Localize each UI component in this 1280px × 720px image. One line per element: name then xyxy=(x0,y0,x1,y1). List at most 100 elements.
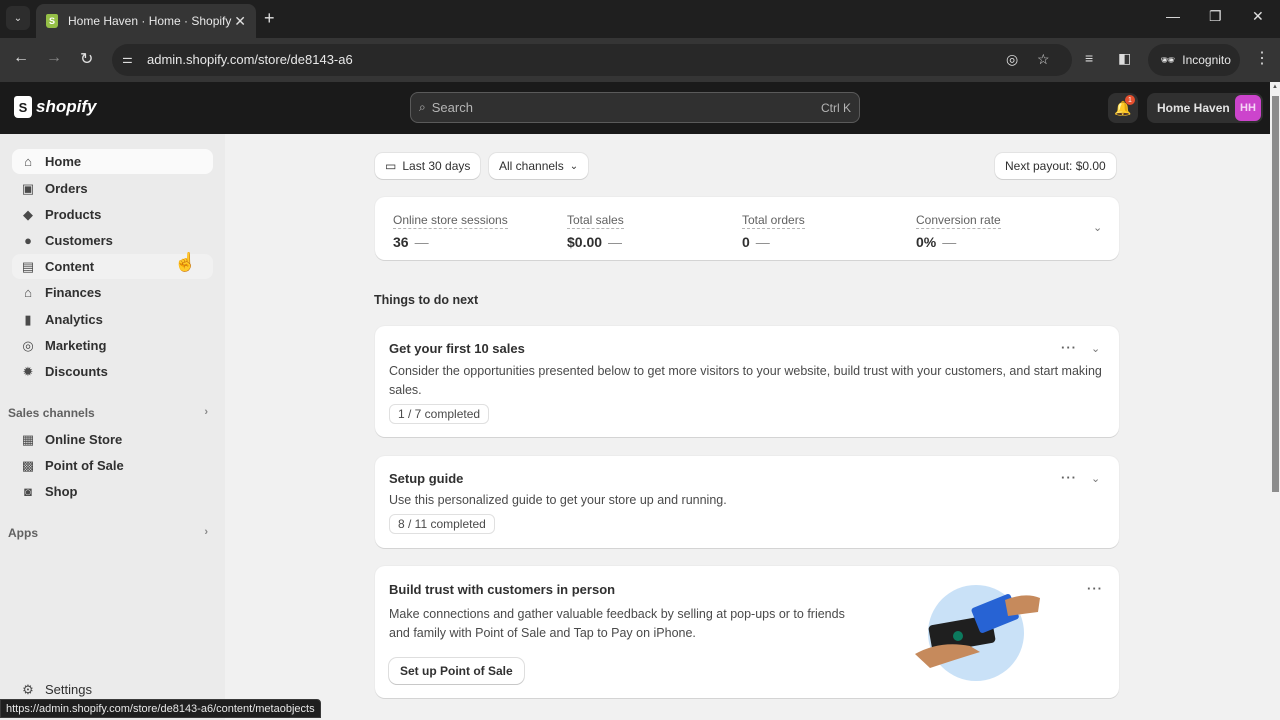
notifications-button[interactable]: 🔔 1 xyxy=(1108,93,1138,123)
chevron-right-icon: › xyxy=(204,526,208,538)
nav-label: Settings xyxy=(45,682,92,697)
hand-cursor-icon: ☝ xyxy=(174,252,197,272)
sidebar-item-online-store[interactable]: ▦ Online Store xyxy=(12,427,213,452)
shopify-bag-icon: S xyxy=(14,96,32,118)
shop-icon: ◙ xyxy=(24,484,32,499)
back-button[interactable]: ← xyxy=(13,49,29,67)
metric-total-orders[interactable]: Total orders 0 — xyxy=(742,211,805,250)
metric-trend: — xyxy=(755,234,770,250)
image-icon: ▤ xyxy=(21,258,35,274)
date-range-label: Last 30 days xyxy=(402,159,471,173)
sidebar-item-shop[interactable]: ◙ Shop xyxy=(12,479,213,504)
shopify-favicon-icon: S xyxy=(46,14,58,28)
sales-channels-header[interactable]: Sales channels › xyxy=(8,406,208,420)
forward-button[interactable]: → xyxy=(46,49,62,67)
sidebar-item-products[interactable]: ◆ Products xyxy=(12,202,213,227)
discount-icon: ✹ xyxy=(22,363,34,379)
set-up-pos-button[interactable]: Set up Point of Sale xyxy=(389,658,524,684)
site-info-icon[interactable]: ⚌ xyxy=(122,52,133,66)
home-icon: ⌂ xyxy=(24,154,32,169)
expand-metrics-chevron-icon[interactable]: ⌄ xyxy=(1093,221,1102,234)
restore-button[interactable]: ❐ xyxy=(1209,8,1222,25)
store-menu-button[interactable]: Home Haven HH xyxy=(1147,93,1263,123)
build-trust-card: Build trust with customers in person Mak… xyxy=(375,566,1119,698)
card-description: Use this personalized guide to get your … xyxy=(389,493,727,507)
url-text[interactable]: admin.shopify.com/store/de8143-a6 xyxy=(147,52,353,67)
next-payout-label: Next payout: $0.00 xyxy=(1005,159,1106,173)
collapse-chevron-icon[interactable]: ⌄ xyxy=(1091,342,1100,355)
scrollbar-thumb[interactable] xyxy=(1272,96,1279,492)
tab-search-button[interactable]: ⌄ xyxy=(6,6,30,30)
person-icon: ● xyxy=(24,233,32,248)
sidebar-item-discounts[interactable]: ✹ Discounts xyxy=(12,359,213,384)
date-range-button[interactable]: ▭ Last 30 days xyxy=(375,153,481,179)
apps-header[interactable]: Apps › xyxy=(8,526,208,540)
scroll-up-arrow-icon[interactable]: ▲ xyxy=(1272,84,1278,90)
sidebar-item-customers[interactable]: ● Customers xyxy=(12,228,213,253)
nav-label: Content xyxy=(45,259,95,274)
metric-conversion-rate[interactable]: Conversion rate 0% — xyxy=(916,211,1001,250)
search-icon: ⌕ xyxy=(419,100,426,114)
more-actions-icon[interactable]: ··· xyxy=(1061,470,1077,485)
more-actions-icon[interactable]: ··· xyxy=(1061,340,1077,355)
new-tab-button[interactable]: + xyxy=(264,8,275,29)
target-icon: ◎ xyxy=(22,337,34,353)
metric-sessions[interactable]: Online store sessions 36 — xyxy=(393,211,508,250)
browser-menu-icon[interactable]: ⋮ xyxy=(1254,48,1270,68)
sidebar-item-analytics[interactable]: ▮ Analytics xyxy=(12,307,213,332)
progress-badge: 1 / 7 completed xyxy=(389,404,490,424)
collapse-chevron-icon[interactable]: ⌄ xyxy=(1091,472,1100,485)
progress-badge: 8 / 11 completed xyxy=(389,514,495,534)
sidebar-item-marketing[interactable]: ◎ Marketing xyxy=(12,333,213,358)
sidebar-item-finances[interactable]: ⌂ Finances xyxy=(12,280,213,305)
side-panel-icon[interactable]: ◧ xyxy=(1118,50,1131,67)
channels-label: All channels xyxy=(499,159,564,173)
minimize-button[interactable]: — xyxy=(1166,8,1180,24)
admin-topbar: S shopify ⌕ Search Ctrl K 🔔 1 Home Haven… xyxy=(0,82,1270,134)
first-sales-card: Get your first 10 sales ··· ⌄ Consider t… xyxy=(375,326,1119,437)
nav-label: Home xyxy=(45,154,82,169)
incognito-icon: 🕶 xyxy=(1160,53,1176,67)
browser-tab-bar: ⌄ S Home Haven · Home · Shopify ✕ + — ❐ … xyxy=(0,0,1280,38)
store-icon: ▦ xyxy=(21,431,35,447)
eye-off-icon[interactable]: ◎ xyxy=(1006,51,1018,68)
search-placeholder: Search xyxy=(431,100,473,115)
bookmark-star-icon[interactable]: ☆ xyxy=(1037,51,1050,68)
metric-total-sales[interactable]: Total sales $0.00 — xyxy=(567,211,624,250)
tap-to-pay-illustration xyxy=(915,585,1040,681)
close-window-button[interactable]: ✕ xyxy=(1252,8,1264,25)
address-bar[interactable]: ⚌ admin.shopify.com/store/de8143-a6 ◎ ☆ xyxy=(112,44,1072,76)
sales-channels-label: Sales channels xyxy=(8,406,95,420)
next-payout-button[interactable]: Next payout: $0.00 xyxy=(995,153,1116,179)
metric-label: Total orders xyxy=(742,213,805,229)
setup-guide-card: Setup guide ··· ⌄ Use this personalized … xyxy=(375,456,1119,548)
card-title: Setup guide xyxy=(389,471,464,486)
shopify-logo[interactable]: S shopify xyxy=(14,96,96,118)
bar-chart-icon: ▮ xyxy=(24,311,32,327)
sidebar-item-home[interactable]: ⌂ Home xyxy=(12,149,213,174)
nav-label: Finances xyxy=(45,285,102,300)
metric-trend: — xyxy=(608,234,623,250)
sidebar-item-point-of-sale[interactable]: ▩ Point of Sale xyxy=(12,453,213,478)
incognito-indicator[interactable]: 🕶 Incognito xyxy=(1148,44,1240,76)
close-tab-icon[interactable]: ✕ xyxy=(234,13,246,30)
nav-label: Marketing xyxy=(45,338,107,353)
search-shortcut: Ctrl K xyxy=(821,100,851,115)
more-actions-icon[interactable]: ··· xyxy=(1087,581,1103,596)
reload-button[interactable]: ↻ xyxy=(80,49,93,69)
metric-label: Total sales xyxy=(567,213,624,229)
browser-tab[interactable]: S Home Haven · Home · Shopify ✕ xyxy=(36,4,256,38)
search-input[interactable]: ⌕ Search Ctrl K xyxy=(410,92,860,123)
card-title: Build trust with customers in person xyxy=(389,582,616,597)
nav-label: Orders xyxy=(45,181,88,196)
nav-label: Customers xyxy=(45,233,113,248)
media-controls-icon[interactable]: ≡ xyxy=(1085,50,1093,66)
card-description: Consider the opportunities presented bel… xyxy=(389,364,1102,397)
channels-dropdown[interactable]: All channels ⌄ xyxy=(489,153,589,179)
avatar: HH xyxy=(1235,95,1261,121)
tag-icon: ◆ xyxy=(23,206,33,222)
pos-icon: ▩ xyxy=(21,457,35,473)
metric-trend: — xyxy=(414,234,429,250)
sidebar-item-orders[interactable]: ▣ Orders xyxy=(12,176,213,201)
metric-label: Online store sessions xyxy=(393,213,508,229)
